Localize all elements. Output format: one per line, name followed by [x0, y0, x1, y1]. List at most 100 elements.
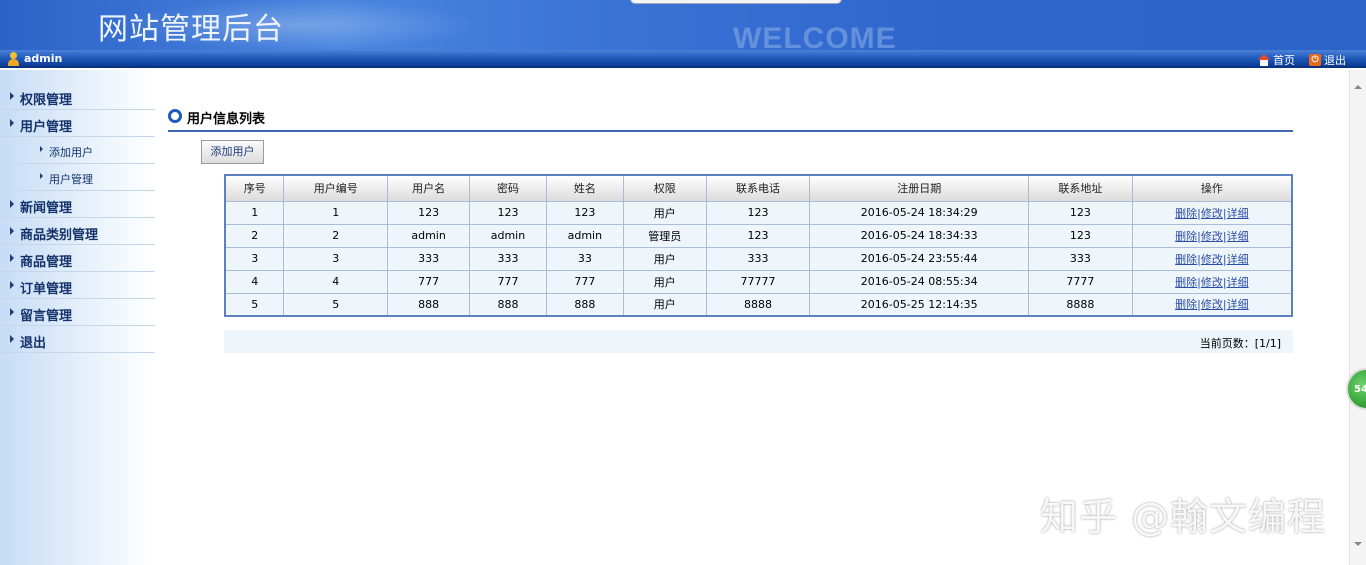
edit-link[interactable]: 修改: [1201, 298, 1223, 311]
table-row: 3 3 333 333 33 用户 333 2016-05-24 23:55:44 333 删除|…: [224, 246, 1293, 271]
table-cell: 8888: [705, 292, 811, 317]
delete-link[interactable]: 删除: [1175, 276, 1197, 289]
sidebar-subitem-user-management[interactable]: 用户管理: [18, 164, 155, 191]
table-cell: 123: [387, 200, 471, 225]
column-header: 序号: [224, 174, 285, 202]
user-icon: [7, 52, 19, 66]
site-title: 网站管理后台: [98, 12, 284, 47]
table-row: 5 5 888 888 888 用户 8888 2016-05-25 12:14:35 8888…: [224, 292, 1293, 317]
delete-link[interactable]: 删除: [1175, 298, 1197, 311]
table-cell: 33: [545, 246, 624, 271]
detail-link[interactable]: 详细: [1227, 253, 1249, 266]
browser-tab-strip: [630, 0, 842, 4]
vertical-scrollbar[interactable]: [1349, 70, 1366, 565]
caret-right-icon: [10, 200, 14, 208]
sidebar-item-label: 新闻管理: [20, 201, 73, 216]
detail-link[interactable]: 详细: [1227, 230, 1249, 243]
delete-link[interactable]: 删除: [1175, 230, 1197, 243]
table-cell: 888: [387, 292, 471, 317]
sidebar-item-products[interactable]: 商品管理: [0, 245, 155, 272]
table-cell: 333: [469, 246, 547, 271]
sidebar-item-permissions[interactable]: 权限管理: [0, 83, 155, 110]
delete-link[interactable]: 删除: [1175, 207, 1197, 220]
column-header: 联系地址: [1028, 174, 1133, 202]
table-cell: 333: [387, 246, 471, 271]
home-link-label: 首页: [1273, 54, 1295, 67]
home-icon: [1258, 54, 1270, 66]
table-cell-actions: 删除|修改|详细: [1131, 223, 1293, 248]
page-title: 用户信息列表: [187, 112, 266, 127]
edit-link[interactable]: 修改: [1201, 276, 1223, 289]
logout-link[interactable]: ⏻ 退出: [1309, 52, 1346, 68]
power-icon: ⏻: [1309, 54, 1321, 66]
table-cell: 用户: [622, 200, 707, 225]
detail-link[interactable]: 详细: [1227, 276, 1249, 289]
sidebar-item-label: 商品类别管理: [20, 228, 99, 243]
column-header: 用户名: [387, 174, 471, 202]
table-cell-actions: 删除|修改|详细: [1131, 200, 1293, 225]
table-cell: 777: [387, 269, 471, 294]
table-cell: 333: [705, 246, 811, 271]
add-user-button[interactable]: 添加用户: [201, 140, 264, 164]
home-link[interactable]: 首页: [1258, 52, 1295, 68]
sidebar-subitem-label: 用户管理: [49, 173, 93, 186]
table-cell: 8888: [1028, 292, 1133, 317]
table-cell: 123: [469, 200, 547, 225]
detail-link[interactable]: 详细: [1227, 298, 1249, 311]
delete-link[interactable]: 删除: [1175, 253, 1197, 266]
table-cell: 用户: [622, 269, 707, 294]
table-cell: 123: [545, 200, 624, 225]
edit-link[interactable]: 修改: [1201, 230, 1223, 243]
scroll-down-icon[interactable]: [1354, 542, 1362, 546]
column-header: 操作: [1131, 174, 1293, 202]
table-cell: admin: [469, 223, 547, 248]
welcome-text: WELCOME: [733, 22, 897, 50]
caret-right-icon: [10, 227, 14, 235]
table-header-row: 序号 用户编号 用户名 密码 姓名 权限 联系电话 注册日期 联系地址 操作: [224, 174, 1293, 202]
table-cell: 2016-05-24 18:34:29: [809, 200, 1029, 225]
table-cell: 3: [283, 246, 389, 271]
sidebar-item-label: 商品管理: [20, 255, 73, 270]
table-row: 1 1 123 123 123 用户 123 2016-05-24 18:34:29 123 删除…: [224, 200, 1293, 225]
column-header: 联系电话: [705, 174, 811, 202]
sidebar-item-label: 退出: [20, 336, 47, 351]
scroll-up-icon[interactable]: [1354, 85, 1362, 89]
table-cell-actions: 删除|修改|详细: [1131, 246, 1293, 271]
user-bar: admin 首页 ⏻ 退出: [0, 50, 1366, 68]
table-cell: 用户: [622, 292, 707, 317]
sidebar-item-users[interactable]: 用户管理: [0, 110, 155, 137]
sidebar-item-product-categories[interactable]: 商品类别管理: [0, 218, 155, 245]
sidebar-item-label: 权限管理: [20, 93, 73, 108]
column-header: 姓名: [545, 174, 624, 202]
table-cell: 5: [283, 292, 389, 317]
table-cell: 888: [545, 292, 624, 317]
pager-bar: 当前页数：[1/1]: [224, 330, 1293, 353]
table-cell: 2016-05-24 08:55:34: [809, 269, 1029, 294]
caret-right-icon: [10, 335, 14, 343]
sidebar-item-logout[interactable]: 退出: [0, 326, 155, 353]
sidebar-item-news[interactable]: 新闻管理: [0, 191, 155, 218]
table-row: 4 4 777 777 777 用户 77777 2016-05-24 08:55:34 777…: [224, 269, 1293, 294]
table-cell: 7777: [1028, 269, 1133, 294]
sidebar-subitem-label: 添加用户: [49, 146, 93, 159]
caret-right-icon: [40, 173, 43, 179]
column-header: 密码: [469, 174, 547, 202]
table-cell: 4: [224, 269, 285, 294]
caret-right-icon: [10, 254, 14, 262]
table-cell-actions: 删除|修改|详细: [1131, 292, 1293, 317]
table-row: 2 2 admin admin admin 管理员 123 2016-05-24 18:34:…: [224, 223, 1293, 248]
table-cell: 123: [705, 200, 811, 225]
table-cell: 用户: [622, 246, 707, 271]
edit-link[interactable]: 修改: [1201, 207, 1223, 220]
sidebar-item-messages[interactable]: 留言管理: [0, 299, 155, 326]
detail-link[interactable]: 详细: [1227, 207, 1249, 220]
edit-link[interactable]: 修改: [1201, 253, 1223, 266]
table-cell: 2016-05-24 18:34:33: [809, 223, 1029, 248]
caret-right-icon: [10, 281, 14, 289]
table-cell: 2016-05-25 12:14:35: [809, 292, 1029, 317]
sidebar-item-orders[interactable]: 订单管理: [0, 272, 155, 299]
column-header: 用户编号: [283, 174, 389, 202]
column-header: 注册日期: [809, 174, 1029, 202]
radio-bullet-icon: [168, 109, 182, 123]
sidebar-subitem-add-user[interactable]: 添加用户: [18, 137, 155, 164]
